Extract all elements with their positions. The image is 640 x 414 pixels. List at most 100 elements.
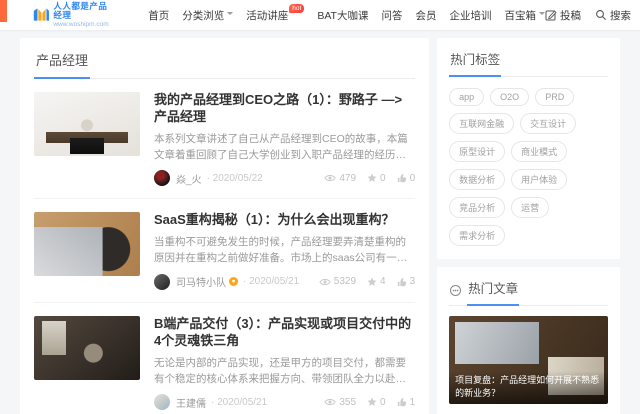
logo-m-icon <box>33 8 49 22</box>
article-date: · 2020/05/21 <box>211 396 268 408</box>
views-count: 479 <box>324 173 356 184</box>
views-count: 5329 <box>319 276 356 287</box>
article-excerpt: 当重构不可避免发生的时候，产品经理要弄清楚重构的原因并在重构之前做好准备。市场上… <box>154 236 408 265</box>
tag-list: app O2O PRD 互联网金融 交互设计 原型设计 商业模式 数据分析 用户… <box>449 88 608 246</box>
article-body: B端产品交付（3）：产品实现或项目交付中的4个灵魂铁三角 无论是内部的产品实现，… <box>154 316 415 411</box>
site-logo[interactable]: 人人都是产品经理 www.woshipm.com <box>33 1 112 28</box>
hot-articles-icon <box>450 284 462 297</box>
article-excerpt: 无论是内部的产品实现，还是甲方的项目交付，都需要有个稳定的核心体系来把握方向、带… <box>154 356 406 385</box>
article-list-card: 产品经理 我的产品经理到CEO之路（1）：野路子 —> 产品经理 本系列文章讲述… <box>20 38 430 414</box>
article-stats: 5329 4 3 <box>319 276 415 287</box>
article-stats: 355 0 1 <box>324 397 415 408</box>
tag-requirement-analysis[interactable]: 需求分析 <box>449 225 506 246</box>
article-meta: 焱_火 · 2020/05/22 479 0 0 <box>154 170 415 187</box>
article-body: 我的产品经理到CEO之路（1）：野路子 —> 产品经理 本系列文章讲述了自己从产… <box>154 92 415 187</box>
submit-post-button[interactable]: 投稿 <box>545 8 581 23</box>
article-title[interactable]: B端产品交付（3）：产品实现或项目交付中的4个灵魂铁三角 <box>154 316 415 350</box>
logo-subtitle: www.woshipm.com <box>53 20 109 28</box>
tag-data-analysis[interactable]: 数据分析 <box>449 169 506 190</box>
article-excerpt: 本系列文章讲述了自己从产品经理到CEO的故事，本篇文章着重回顾了自己大学创业到入… <box>154 132 408 162</box>
star-icon <box>367 277 377 286</box>
article-item: B端产品交付（3）：产品实现或项目交付中的4个灵魂铁三角 无论是内部的产品实现，… <box>34 303 415 414</box>
main-nav: 首页 分类浏览 活动讲座 hot BAT大咖课 问答 会员 企业培训 百宝箱 <box>148 3 545 23</box>
hot-article-item[interactable]: 项目复盘：产品经理如何开展不熟悉的新业务？ <box>449 316 608 404</box>
author-name[interactable]: 司马特小队 <box>176 274 226 289</box>
article-item: 我的产品经理到CEO之路（1）：野路子 —> 产品经理 本系列文章讲述了自己从产… <box>34 79 416 200</box>
tag-interaction-design[interactable]: 交互设计 <box>520 113 577 134</box>
article-thumbnail[interactable] <box>34 315 140 380</box>
avatar[interactable] <box>154 273 170 290</box>
hot-tags-title: 热门标签 <box>449 47 502 77</box>
star-icon <box>367 397 377 407</box>
content-area: 产品经理 我的产品经理到CEO之路（1）：野路子 —> 产品经理 本系列文章讲述… <box>0 30 640 414</box>
article-item: SaaS重构揭秘（1）：为什么会出现重构？ 当重构不可避免发生的时候，产品经理要… <box>34 199 416 303</box>
views-icon <box>319 278 331 285</box>
corner-accent-strip <box>0 0 7 22</box>
sidebar: 热门标签 app O2O PRD 互联网金融 交互设计 原型设计 商业模式 数据… <box>437 38 620 414</box>
article-thumbnail[interactable] <box>34 212 140 277</box>
nav-corporate-training[interactable]: 企业培训 <box>449 8 491 23</box>
likes-count: 3 <box>397 276 415 287</box>
top-navbar: 人人都是产品经理 www.woshipm.com 首页 分类浏览 活动讲座 hot… <box>0 0 640 30</box>
article-title[interactable]: SaaS重构揭秘（1）：为什么会出现重构？ <box>154 212 415 229</box>
member-badge-icon <box>229 277 238 287</box>
tag-app[interactable]: app <box>449 88 485 106</box>
search-icon <box>596 10 606 20</box>
header-actions: 投稿 搜索 APP 注册 | 登录 <box>545 8 640 23</box>
avatar[interactable] <box>154 170 170 187</box>
chevron-down-icon <box>227 11 234 18</box>
nav-qa[interactable]: 问答 <box>381 8 402 23</box>
author-name[interactable]: 王建儒 <box>176 395 206 410</box>
star-icon <box>367 173 377 183</box>
avatar[interactable] <box>154 394 170 411</box>
tag-business-model[interactable]: 商业模式 <box>511 141 568 162</box>
logo-text: 人人都是产品经理 www.woshipm.com <box>53 1 112 28</box>
hot-badge: hot <box>289 3 305 14</box>
tag-operations[interactable]: 运营 <box>511 197 550 218</box>
tag-o2o[interactable]: O2O <box>490 88 530 106</box>
thumbs-up-icon <box>397 174 406 183</box>
article-thumbnail[interactable] <box>34 92 140 156</box>
article-title[interactable]: 我的产品经理到CEO之路（1）：野路子 —> 产品经理 <box>154 92 415 126</box>
likes-count: 1 <box>397 397 415 408</box>
views-icon <box>324 398 336 406</box>
views-count: 355 <box>324 397 356 408</box>
page-title: 产品经理 <box>34 47 91 79</box>
tag-user-experience[interactable]: 用户体验 <box>511 169 568 190</box>
edit-icon <box>545 10 557 21</box>
nav-toolbox[interactable]: 百宝箱 <box>504 8 545 23</box>
thumbs-up-icon <box>397 398 406 407</box>
views-icon <box>324 175 336 182</box>
hot-tags-header: 热门标签 <box>449 47 608 77</box>
tag-competitive-analysis[interactable]: 竞品分析 <box>449 197 506 218</box>
tag-prototype-design[interactable]: 原型设计 <box>449 141 506 162</box>
tag-prd[interactable]: PRD <box>535 88 575 106</box>
hot-articles-title: 热门文章 <box>467 276 520 306</box>
nav-events[interactable]: 活动讲座 hot <box>246 3 305 23</box>
nav-bat-courses[interactable]: BAT大咖课 <box>317 8 368 23</box>
article-stats: 479 0 0 <box>324 173 415 184</box>
page: 人人都是产品经理 www.woshipm.com 首页 分类浏览 活动讲座 hot… <box>0 0 640 414</box>
hot-articles-header: 热门文章 <box>449 276 608 306</box>
tag-internet-finance[interactable]: 互联网金融 <box>449 113 515 134</box>
nav-categories[interactable]: 分类浏览 <box>182 8 234 23</box>
article-date: · 2020/05/21 <box>243 276 300 288</box>
section-header: 产品经理 <box>34 47 416 79</box>
hot-tags-card: 热门标签 app O2O PRD 互联网金融 交互设计 原型设计 商业模式 数据… <box>437 38 620 259</box>
nav-home[interactable]: 首页 <box>148 8 169 23</box>
article-meta: 王建儒 · 2020/05/21 355 0 1 <box>154 394 415 411</box>
search-button[interactable]: 搜索 <box>595 8 631 23</box>
logo-title: 人人都是产品经理 <box>53 1 108 21</box>
article-meta: 司马特小队 · 2020/05/21 5329 4 3 <box>154 273 415 290</box>
stars-count: 0 <box>367 173 386 184</box>
nav-membership[interactable]: 会员 <box>415 8 436 23</box>
author-name[interactable]: 焱_火 <box>176 171 202 186</box>
likes-count: 0 <box>397 173 415 184</box>
article-date: · 2020/05/22 <box>206 172 263 184</box>
article-body: SaaS重构揭秘（1）：为什么会出现重构？ 当重构不可避免发生的时候，产品经理要… <box>154 212 415 290</box>
stars-count: 4 <box>367 276 386 287</box>
stars-count: 0 <box>367 397 386 408</box>
hot-articles-card: 热门文章 项目复盘：产品经理如何开展不熟悉的新业务？ ONE WAY ONE W… <box>437 267 620 414</box>
thumbs-up-icon <box>397 277 406 286</box>
hot-article-caption: 项目复盘：产品经理如何开展不熟悉的新业务？ <box>449 370 608 404</box>
